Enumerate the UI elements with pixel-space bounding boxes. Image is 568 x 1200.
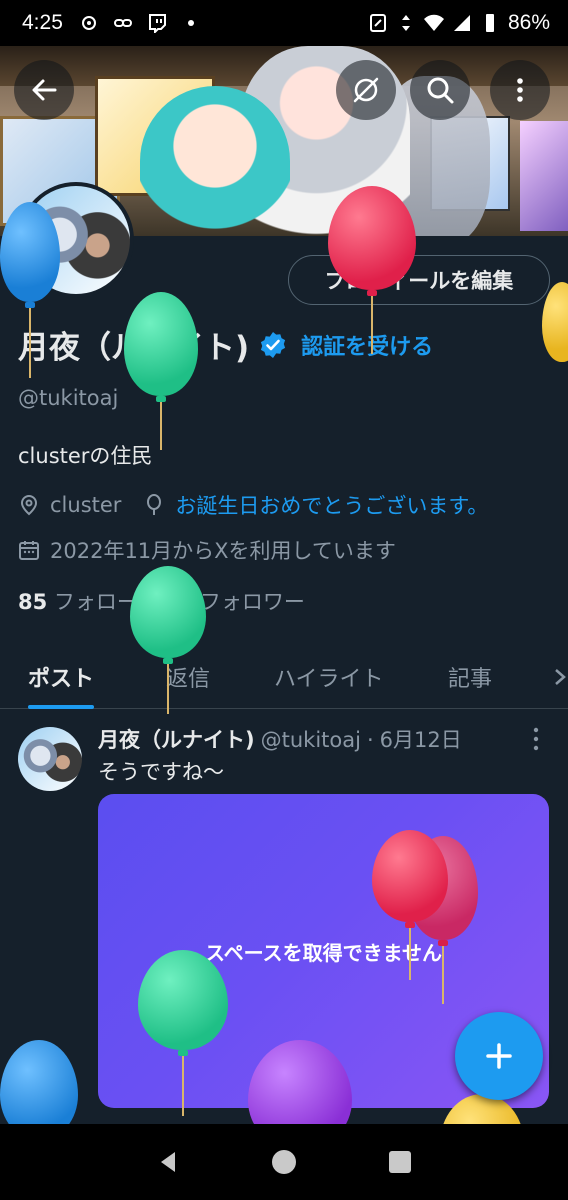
tab-articles[interactable]: 記事 — [448, 645, 492, 709]
post-text: そうですね〜 — [98, 760, 224, 784]
balloon-green — [124, 292, 198, 452]
post-author-handle: @tukitoaj — [260, 728, 361, 752]
twitch-icon — [148, 14, 166, 33]
status-bar: 4:25 86% — [0, 0, 568, 46]
nfc-icon — [369, 14, 386, 32]
system-nav-bar — [0, 1124, 568, 1200]
balloon-red — [328, 186, 416, 356]
no-signal-icon — [353, 77, 379, 103]
battery-icon — [485, 14, 494, 32]
chevron-right-icon — [555, 669, 566, 685]
followers-label: フォロワー — [199, 590, 305, 614]
balloon-red-2 — [372, 830, 448, 990]
arrow-left-icon — [32, 79, 57, 101]
profile-handle: @tukitoaj — [18, 386, 119, 410]
joined-text: 2022年11月からXを利用しています — [50, 539, 396, 563]
following-label: フォロー — [53, 590, 138, 614]
balloon-yellow — [542, 282, 568, 372]
profile-meta-joined: 2022年11月からXを利用しています — [18, 535, 396, 565]
balloon-icon — [147, 494, 162, 515]
tab-highlights[interactable]: ハイライト — [274, 645, 384, 709]
balloon-blue-2 — [0, 1040, 78, 1140]
notification-icon — [81, 16, 96, 30]
balloon-purple — [248, 1040, 352, 1150]
dot-icon — [187, 20, 194, 26]
following-link[interactable]: 85 フォロー — [18, 586, 138, 616]
link-icon — [113, 19, 132, 27]
post-author-name[interactable]: 月夜（ルナイト) — [98, 724, 255, 754]
compose-button[interactable] — [455, 1012, 543, 1100]
verified-badge-icon[interactable] — [259, 331, 287, 359]
more-button[interactable] — [490, 60, 550, 120]
birthday-text[interactable]: お誕生日おめでとうございます。 — [175, 490, 488, 520]
post-avatar[interactable] — [18, 727, 82, 791]
search-icon — [427, 77, 454, 104]
data-transfer-icon — [401, 15, 410, 31]
back-button[interactable] — [14, 60, 74, 120]
tab-posts[interactable]: ポスト — [28, 645, 95, 709]
balloon-green-3 — [138, 950, 228, 1120]
location-icon — [20, 494, 38, 516]
search-button[interactable] — [410, 60, 470, 120]
status-time: 4:25 — [22, 11, 63, 34]
nav-back-icon[interactable] — [153, 1147, 183, 1177]
spaces-button[interactable] — [336, 60, 396, 120]
nav-home-icon[interactable] — [269, 1147, 299, 1177]
balloon-blue — [0, 202, 60, 382]
post-more-icon[interactable] — [526, 726, 546, 752]
profile-tabs: ポスト 返信 ハイライト 記事 — [0, 645, 568, 709]
more-vertical-icon — [517, 78, 523, 102]
post-separator: · — [366, 728, 374, 752]
post-date: 6月12日 — [379, 728, 462, 752]
wifi-icon — [423, 14, 444, 32]
balloon-yellow-2 — [440, 1094, 524, 1184]
battery-percent: 86% — [507, 11, 550, 34]
profile-meta-location: cluster お誕生日おめでとうございます。 — [18, 490, 488, 520]
location-text: cluster — [50, 493, 122, 517]
balloon-green-2 — [130, 566, 206, 716]
signal-icon — [453, 15, 470, 31]
plus-icon — [486, 1043, 512, 1069]
post-header: 月夜（ルナイト) @tukitoaj · 6月12日 — [98, 724, 462, 754]
calendar-icon — [19, 541, 39, 560]
tab-more-chevron[interactable] — [552, 645, 568, 709]
following-count: 85 — [18, 590, 48, 614]
nav-recents-icon[interactable] — [385, 1147, 415, 1177]
